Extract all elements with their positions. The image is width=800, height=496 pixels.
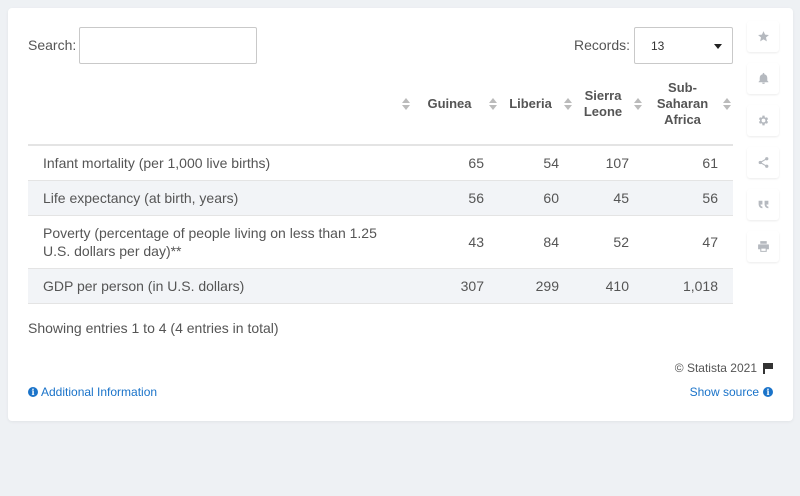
cell-guinea: 65 [412,145,499,181]
cell-sub-saharan-africa: 56 [644,180,733,216]
cell-liberia: 299 [499,268,574,304]
chevron-down-icon [714,44,722,49]
share-icon [758,157,768,168]
settings-button[interactable] [747,105,779,136]
column-header-label[interactable] [28,64,412,146]
cell-sub-saharan-africa: 1,018 [644,268,733,304]
copyright-notice[interactable]: © Statista 2021 [675,361,773,375]
print-button[interactable] [747,231,779,262]
table-row: Life expectancy (at birth, years) 56 60 … [28,180,733,216]
show-source-label: Show source [689,385,759,399]
table-row: GDP per person (in U.S. dollars) 307 299… [28,268,733,304]
records-selected-value: 13 [651,39,665,53]
favorite-button[interactable] [747,21,779,52]
cell-sierra-leone: 52 [574,215,644,269]
cell-sierra-leone: 45 [574,180,644,216]
gear-icon [758,115,768,126]
row-label: GDP per person (in U.S. dollars) [28,268,412,304]
sort-icon [634,97,642,111]
sort-icon [489,97,497,111]
sort-icon [723,97,731,111]
table-row: Infant mortality (per 1,000 live births)… [28,145,733,181]
cell-liberia: 60 [499,180,574,216]
table-header-row: Guinea Liberia Sierra Leone Sub-Saharan … [28,64,733,146]
column-header-guinea[interactable]: Guinea [412,64,499,146]
search-label: Search: [28,37,77,53]
copyright-text: © Statista 2021 [674,361,757,375]
additional-information-link[interactable]: i Additional Information [28,385,157,399]
cell-sub-saharan-africa: 61 [644,145,733,181]
cell-liberia: 84 [499,215,574,269]
cell-liberia: 54 [499,145,574,181]
statistic-card: Search: Records: 13 Guinea Liberia Sierr… [8,8,793,421]
cell-guinea: 56 [412,180,499,216]
cite-button[interactable] [747,189,779,220]
row-label: Life expectancy (at birth, years) [28,180,412,216]
row-label: Poverty (percentage of people living on … [28,215,412,269]
quote-icon [758,200,768,209]
records-select[interactable]: 13 [634,27,733,64]
sort-icon [564,97,572,111]
data-table: Guinea Liberia Sierra Leone Sub-Saharan … [28,64,733,304]
notification-button[interactable] [747,63,779,94]
entries-summary: Showing entries 1 to 4 (4 entries in tot… [28,320,279,336]
records-label: Records: [574,37,631,53]
share-button[interactable] [747,147,779,178]
cell-guinea: 307 [412,268,499,304]
table-row: Poverty (percentage of people living on … [28,215,733,269]
star-icon [757,31,769,42]
column-header-sub-saharan-africa[interactable]: Sub-Saharan Africa [644,64,733,146]
row-label: Infant mortality (per 1,000 live births) [28,145,412,181]
cell-sierra-leone: 107 [574,145,644,181]
bell-icon [758,72,768,84]
cell-sub-saharan-africa: 47 [644,215,733,269]
print-icon [757,241,769,252]
column-header-liberia[interactable]: Liberia [499,64,574,146]
info-icon: i [28,387,38,397]
additional-information-label: Additional Information [41,385,158,399]
cell-guinea: 43 [412,215,499,269]
sort-icon [402,97,410,111]
info-icon: i [763,387,773,397]
show-source-link[interactable]: Show source i [690,385,773,399]
column-header-sierra-leone[interactable]: Sierra Leone [574,64,644,146]
flag-icon [763,362,773,374]
cell-sierra-leone: 410 [574,268,644,304]
search-input[interactable] [79,27,257,64]
